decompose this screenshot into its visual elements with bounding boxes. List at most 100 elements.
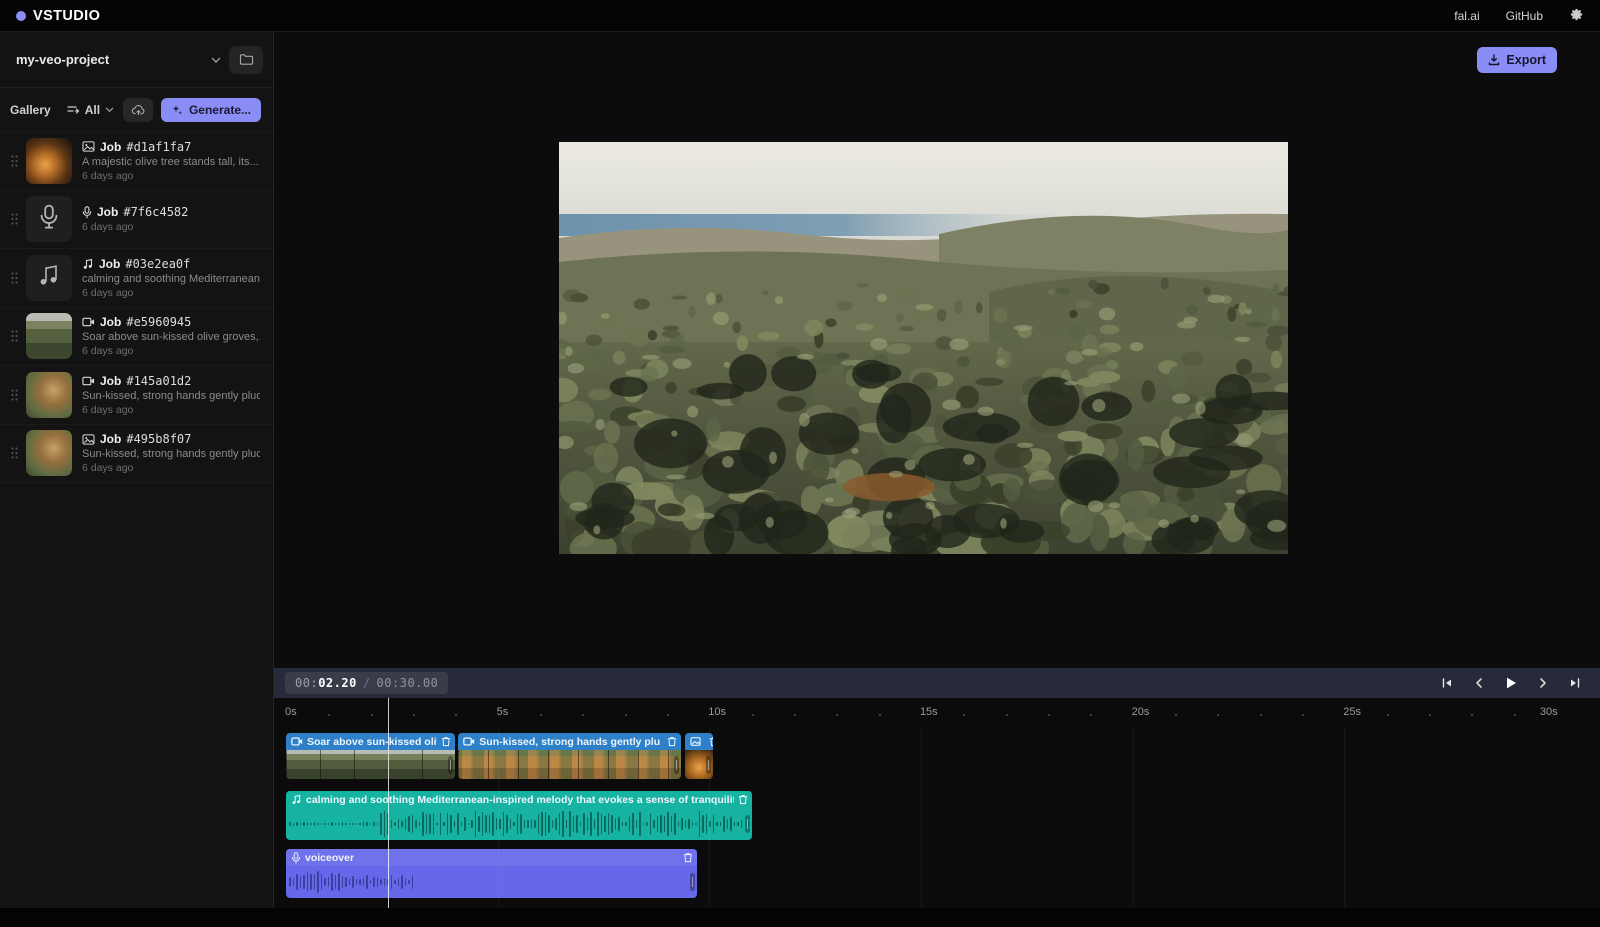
job-thumbnail [26, 372, 72, 418]
sparkles-icon [171, 104, 183, 116]
brand: VSTUDIO [16, 8, 100, 24]
skip-to-end-button[interactable] [1564, 672, 1586, 694]
export-button[interactable]: Export [1477, 47, 1557, 73]
ruler-tick [1217, 714, 1219, 716]
ruler-tick [752, 714, 754, 716]
clip-resize-handle[interactable] [674, 756, 679, 774]
mic-icon [291, 852, 301, 864]
transport-controls [1436, 672, 1586, 694]
open-project-button[interactable] [229, 46, 263, 74]
job-description: calming and soothing Mediterranean-... [82, 273, 260, 285]
brand-name: VSTUDIO [33, 8, 100, 24]
filter-dropdown[interactable]: All [67, 103, 115, 117]
trash-icon[interactable] [738, 794, 748, 805]
drag-handle-icon[interactable] [6, 447, 22, 459]
job-time: 6 days ago [82, 170, 259, 182]
drag-handle-icon[interactable] [6, 272, 22, 284]
ruler-gridline [498, 727, 499, 908]
job-item[interactable]: Job #7f6c4582 6 days ago [0, 191, 273, 250]
voiceover-clip[interactable]: voiceover [286, 849, 697, 898]
video-clip[interactable]: Soar above sun-kissed olive [286, 733, 455, 779]
timeline: 0s5s10s15s20s25s30s Soar above sun-kisse… [274, 698, 1600, 908]
trash-icon[interactable] [667, 736, 677, 747]
job-id: #03e2ea0f [125, 257, 190, 271]
settings-gear-icon[interactable] [1569, 7, 1584, 25]
video-preview [559, 142, 1288, 554]
music-clip-label: calming and soothing Mediterranean-inspi… [306, 794, 734, 806]
ruler-tick [328, 714, 330, 716]
job-title: Job [100, 140, 121, 154]
ruler-tick [371, 714, 373, 716]
job-thumbnail [26, 430, 72, 476]
drag-handle-icon[interactable] [6, 389, 22, 401]
job-time: 6 days ago [82, 404, 260, 416]
trash-icon[interactable] [683, 852, 693, 863]
link-fal-ai[interactable]: fal.ai [1454, 9, 1479, 23]
job-list: Job #d1af1fa7 A majestic olive tree stan… [0, 132, 273, 483]
generate-button[interactable]: Generate... [161, 98, 261, 122]
job-thumbnail [26, 255, 72, 301]
job-thumbnail [26, 138, 72, 184]
ruler-tick [1514, 714, 1516, 716]
cloud-upload-icon [131, 104, 146, 116]
job-title: Job [100, 432, 121, 446]
project-name: my-veo-project [16, 52, 109, 67]
ruler-label: 25s [1343, 706, 1361, 718]
voiceover-resize-handle[interactable] [690, 873, 695, 891]
ruler-tick [963, 714, 965, 716]
ruler-label: 0s [285, 706, 297, 718]
video-clip-header: Soar above sun-kissed olive [286, 733, 455, 750]
ruler-tick [1048, 714, 1050, 716]
job-item[interactable]: Job #495b8f07 Sun-kissed, strong hands g… [0, 425, 273, 484]
drag-handle-icon[interactable] [6, 213, 22, 225]
generate-label: Generate... [189, 103, 251, 117]
ruler-label: 30s [1540, 706, 1558, 718]
ruler-gridline [1133, 727, 1134, 908]
timeline-ruler[interactable]: 0s5s10s15s20s25s30s [274, 698, 1600, 727]
project-selector[interactable]: my-veo-project [0, 32, 273, 88]
topbar-links: fal.ai GitHub [1454, 7, 1584, 25]
video-clip[interactable]: Sun-kissed, strong hands gently plu [458, 733, 681, 779]
job-title: Job [99, 257, 120, 271]
job-item[interactable]: Job #d1af1fa7 A majestic olive tree stan… [0, 132, 273, 191]
video-icon [82, 317, 95, 327]
video-frame [559, 142, 1288, 554]
job-item[interactable]: Job #145a01d2 Sun-kissed, strong hands g… [0, 366, 273, 425]
skip-to-start-button[interactable] [1436, 672, 1458, 694]
drag-handle-icon[interactable] [6, 330, 22, 342]
job-title: Job [97, 205, 118, 219]
ruler-label: 5s [497, 706, 509, 718]
ruler-label: 20s [1132, 706, 1150, 718]
play-button[interactable] [1500, 672, 1522, 694]
ruler-tick [413, 714, 415, 716]
music-clip-header: calming and soothing Mediterranean-inspi… [286, 791, 752, 808]
ruler-tick [540, 714, 542, 716]
job-item[interactable]: Job #e5960945 Soar above sun-kissed oliv… [0, 308, 273, 367]
music-resize-handle[interactable] [745, 815, 750, 833]
timeline-toolbar: 00:02.20/00:30.00 [274, 668, 1600, 698]
drag-handle-icon[interactable] [6, 155, 22, 167]
step-forward-button[interactable] [1532, 672, 1554, 694]
brand-logo-icon [16, 11, 26, 21]
export-label: Export [1506, 53, 1546, 67]
ruler-tick [1175, 714, 1177, 716]
chevron-down-icon[interactable] [211, 55, 221, 65]
upload-button[interactable] [123, 98, 153, 122]
job-id: #e5960945 [126, 315, 191, 329]
bottom-bar [0, 908, 1600, 927]
playhead[interactable] [388, 698, 390, 908]
music-note-icon [37, 263, 61, 292]
trash-icon[interactable] [441, 736, 451, 747]
job-item[interactable]: Job #03e2ea0f calming and soothing Medit… [0, 249, 273, 308]
link-github[interactable]: GitHub [1506, 9, 1543, 23]
clip-resize-handle[interactable] [448, 756, 453, 774]
step-back-button[interactable] [1468, 672, 1490, 694]
video-clip-filmstrip [286, 750, 455, 779]
music-clip[interactable]: calming and soothing Mediterranean-inspi… [286, 791, 752, 840]
ruler-tick [1471, 714, 1473, 716]
job-title: Job [100, 315, 121, 329]
video-clip-header: Sun-kissed, strong hands gently plu [458, 733, 681, 750]
sidebar: my-veo-project Gallery All [0, 32, 274, 908]
job-id: #d1af1fa7 [126, 140, 191, 154]
timecode-current: 02.20 [318, 676, 357, 690]
